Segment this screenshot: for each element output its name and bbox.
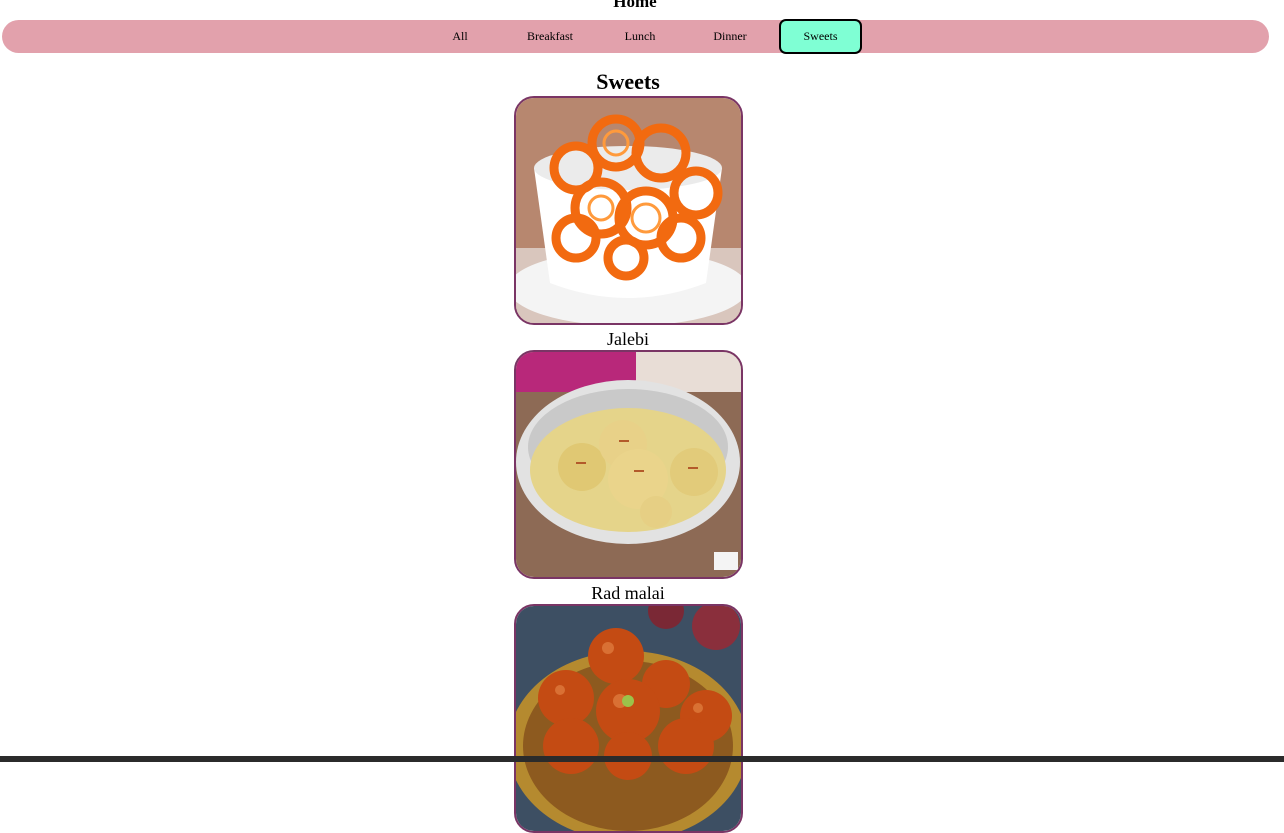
nav-item-all[interactable]: All <box>419 20 501 53</box>
item-name: Jalebi <box>607 329 649 349</box>
item-name: Rad malai <box>591 583 665 603</box>
section-title: Sweets <box>596 69 660 94</box>
nav-item-lunch[interactable]: Lunch <box>599 20 681 53</box>
taskbar <box>0 756 1284 762</box>
nav-item-dinner[interactable]: Dinner <box>689 20 771 53</box>
nav-item-breakfast[interactable]: Breakfast <box>509 20 591 53</box>
jalebi-image[interactable] <box>514 96 743 325</box>
gulab-jamun-image[interactable] <box>514 604 743 833</box>
rasmalai-image[interactable] <box>514 350 743 579</box>
category-navbar: All Breakfast Lunch Dinner Sweets <box>2 19 1269 54</box>
page-title: Home <box>613 0 657 11</box>
nav-item-sweets[interactable]: Sweets <box>779 19 862 54</box>
